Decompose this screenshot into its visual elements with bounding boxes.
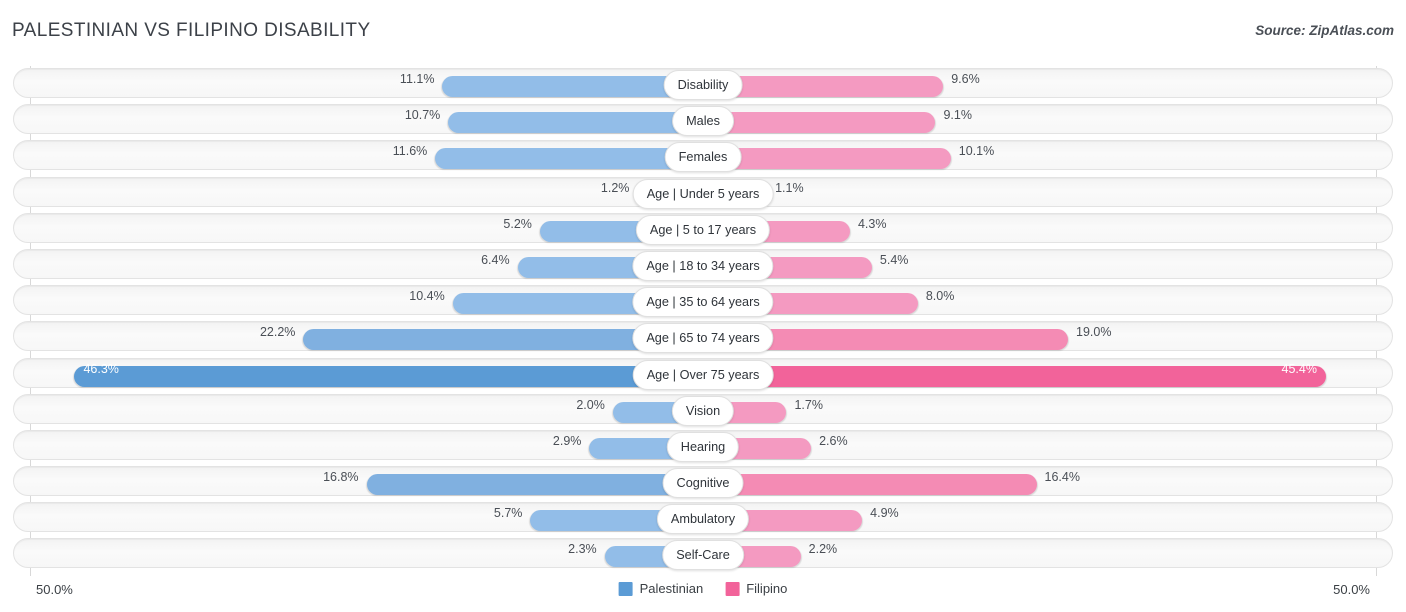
row-track: 6.4% 5.4% Age | 18 to 34 years [13, 248, 1393, 281]
value-label-filipino: 1.7% [794, 397, 823, 412]
value-label-filipino: 2.6% [819, 433, 848, 448]
chart-footer: 50.0% 50.0% Palestinian Filipino [0, 576, 1406, 612]
chart-row: 11.1% 9.6% Disability [0, 66, 1406, 102]
value-label-filipino: 19.0% [1076, 325, 1112, 340]
row-track: 16.8% 16.4% Cognitive [13, 466, 1393, 499]
value-label-palestinian: 5.2% [503, 216, 532, 231]
chart-header: PALESTINIAN VS FILIPINO DISABILITY Sourc… [0, 0, 1406, 58]
row-track: 11.6% 10.1% Females [13, 140, 1393, 173]
legend-label: Filipino [746, 581, 788, 596]
category-label[interactable]: Cognitive [662, 468, 744, 499]
value-label-palestinian: 5.7% [493, 506, 523, 521]
bar-palestinian[interactable] [366, 474, 704, 496]
value-label-filipino: 16.4% [1044, 470, 1080, 485]
category-label[interactable]: Self-Care [662, 540, 744, 571]
category-label[interactable]: Age | Under 5 years [632, 178, 774, 209]
bar-palestinian[interactable] [448, 112, 704, 134]
value-label-palestinian: 2.9% [552, 433, 582, 448]
row-track: 10.7% 9.1% Males [13, 104, 1393, 137]
value-label-filipino: 9.6% [951, 72, 980, 86]
value-label-palestinian: 10.4% [409, 289, 445, 304]
axis-label-left: 50.0% [36, 582, 73, 597]
source-attribution: Source: ZipAtlas.com [1255, 23, 1394, 38]
row-track: 2.0% 1.7% Vision [13, 393, 1393, 426]
value-label-palestinian: 10.7% [404, 108, 441, 123]
value-label-filipino: 5.4% [879, 252, 909, 267]
value-label-palestinian: 46.3% [83, 361, 119, 376]
value-label-filipino: 10.1% [958, 144, 995, 159]
bar-palestinian[interactable] [74, 365, 704, 387]
row-track: 11.1% 9.6% Disability [13, 68, 1393, 100]
value-label-palestinian: 11.6% [392, 144, 428, 159]
value-label-palestinian: 16.8% [323, 470, 359, 485]
chart-row: 16.8% 16.4% Cognitive [0, 464, 1406, 500]
value-label-palestinian: 2.3% [568, 542, 597, 557]
category-label[interactable]: Age | 18 to 34 years [632, 250, 774, 281]
legend-item[interactable]: Palestinian [618, 581, 704, 596]
chart-row: 6.4% 5.4% Age | 18 to 34 years [0, 247, 1406, 283]
legend-item[interactable]: Filipino [725, 581, 787, 596]
chart-row: 2.0% 1.7% Vision [0, 392, 1406, 428]
legend-swatch-palestinian [618, 581, 633, 596]
category-label[interactable]: Ambulatory [656, 504, 750, 535]
category-label[interactable]: Disability [663, 70, 743, 100]
value-label-palestinian: 11.1% [399, 72, 435, 86]
legend-swatch-filipino [725, 581, 740, 596]
category-label[interactable]: Age | 65 to 74 years [632, 323, 774, 354]
row-track: 5.2% 4.3% Age | 5 to 17 years [13, 212, 1393, 245]
row-track: 2.9% 2.6% Hearing [13, 429, 1393, 462]
category-label[interactable]: Age | 5 to 17 years [635, 214, 771, 245]
chart-row: 5.2% 4.3% Age | 5 to 17 years [0, 211, 1406, 247]
chart-row: 1.2% 1.1% Age | Under 5 years [0, 175, 1406, 211]
value-label-filipino: 45.4% [1281, 361, 1317, 376]
chart-row: 5.7% 4.9% Ambulatory [0, 500, 1406, 536]
category-label[interactable]: Males [672, 106, 734, 137]
chart-row: 22.2% 19.0% Age | 65 to 74 years [0, 319, 1406, 355]
chart-row: 2.9% 2.6% Hearing [0, 428, 1406, 464]
page-title: PALESTINIAN VS FILIPINO DISABILITY [12, 20, 371, 41]
row-track: 2.3% 2.2% Self-Care [13, 538, 1393, 571]
chart-row: 10.7% 9.1% Males [0, 102, 1406, 138]
row-track: 10.4% 8.0% Age | 35 to 64 years [13, 285, 1393, 318]
value-label-filipino: 4.3% [857, 216, 887, 231]
value-label-filipino: 8.0% [925, 289, 955, 304]
chart-legend: Palestinian Filipino [618, 581, 787, 596]
chart-plot-area: 11.1% 9.6% Disability 10.7% 9.1% Males 11.6% 10… [0, 58, 1406, 576]
row-track: 5.7% 4.9% Ambulatory [13, 502, 1393, 535]
bar-rows-container: 11.1% 9.6% Disability 10.7% 9.1% Males 11.6% 10… [0, 66, 1406, 573]
value-label-filipino: 4.9% [870, 506, 899, 521]
legend-label: Palestinian [639, 581, 704, 596]
chart-row: 46.3% 45.4% Age | Over 75 years [0, 356, 1406, 392]
bar-filipino[interactable] [704, 474, 1037, 496]
value-label-palestinian: 6.4% [481, 252, 510, 267]
row-track: 46.3% 45.4% Age | Over 75 years [13, 357, 1393, 390]
bar-filipino[interactable] [704, 112, 936, 134]
chart-row: 11.6% 10.1% Females [0, 138, 1406, 174]
chart-row: 10.4% 8.0% Age | 35 to 64 years [0, 283, 1406, 319]
row-track: 22.2% 19.0% Age | 65 to 74 years [13, 321, 1393, 354]
chart-row: 2.3% 2.2% Self-Care [0, 536, 1406, 572]
bar-filipino[interactable] [704, 365, 1326, 387]
bar-palestinian[interactable] [435, 148, 704, 170]
value-label-palestinian: 2.0% [576, 397, 605, 412]
category-label[interactable]: Vision [671, 395, 735, 426]
value-label-filipino: 1.1% [775, 180, 804, 195]
row-track: 1.2% 1.1% Age | Under 5 years [13, 176, 1393, 209]
value-label-filipino: 9.1% [943, 108, 972, 123]
category-label[interactable]: Age | Over 75 years [632, 359, 774, 390]
category-label[interactable]: Hearing [666, 431, 740, 462]
axis-label-right: 50.0% [1333, 582, 1370, 597]
category-label[interactable]: Age | 35 to 64 years [632, 287, 774, 318]
value-label-palestinian: 1.2% [600, 180, 630, 195]
value-label-palestinian: 22.2% [259, 325, 296, 340]
category-label[interactable]: Females [664, 142, 742, 173]
value-label-filipino: 2.2% [808, 542, 838, 557]
